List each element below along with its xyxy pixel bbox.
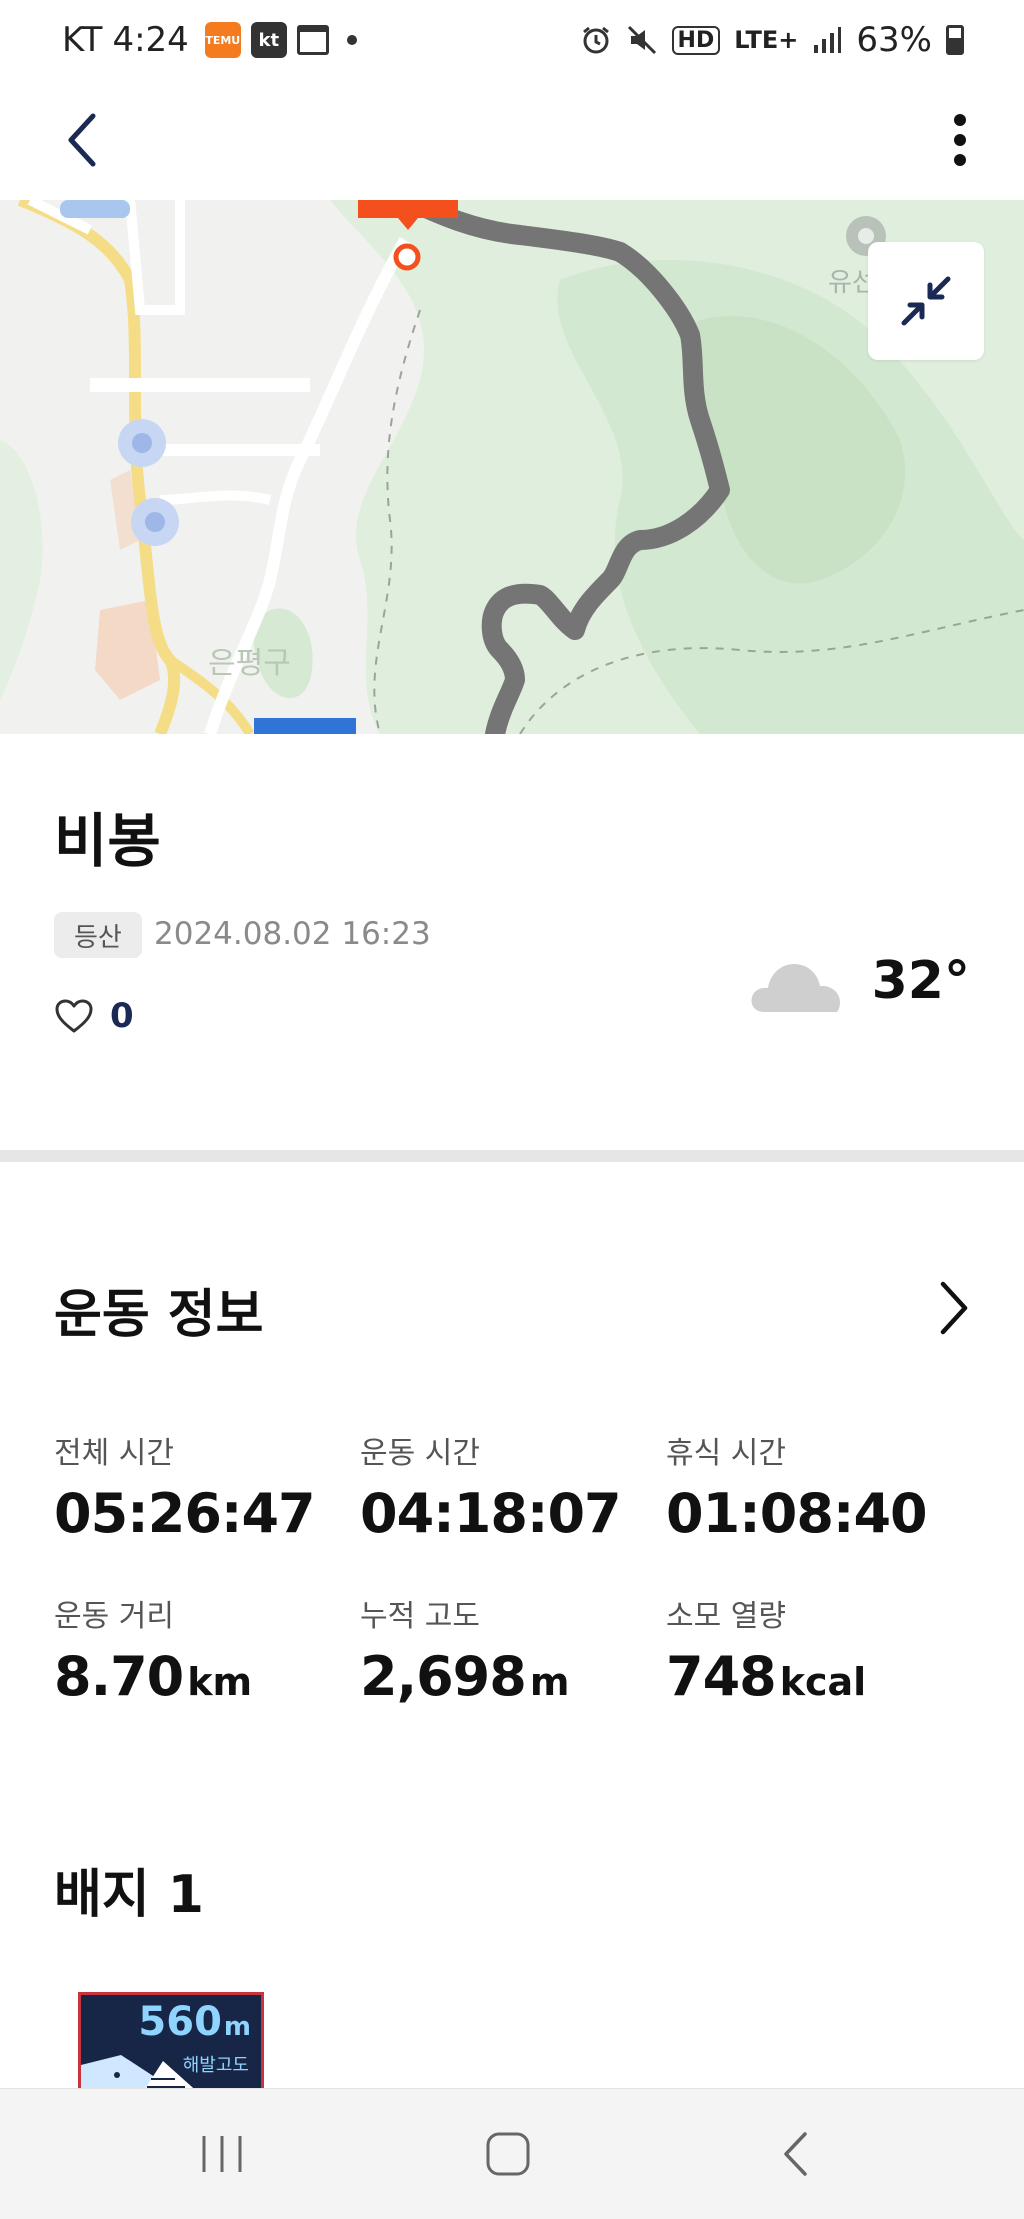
stat-value: 04:18:07 bbox=[360, 1482, 666, 1545]
more-notifications-dot-icon bbox=[346, 35, 357, 45]
section-divider bbox=[0, 1150, 1024, 1162]
recent-apps-button[interactable] bbox=[162, 2119, 282, 2189]
badge-number: 560 bbox=[138, 1999, 222, 2045]
stat-number: 748 bbox=[666, 1645, 777, 1708]
recent-apps-icon bbox=[202, 2136, 242, 2172]
temu-notification-icon: TEMU bbox=[204, 22, 241, 58]
carrier-label: KT bbox=[62, 20, 103, 60]
badges-title: 배지 1 bbox=[54, 1865, 204, 1925]
stat-label: 전체 시간 bbox=[54, 1436, 174, 1471]
exercise-stats-grid: 전체 시간 05:26:47 운동 시간 04:18:07 휴식 시간 01:0… bbox=[54, 1428, 974, 1708]
more-vertical-icon bbox=[954, 114, 966, 166]
badge-value: 560m bbox=[138, 1999, 251, 2045]
stat-number: 2,698 bbox=[360, 1645, 527, 1708]
altitude-badge[interactable]: 560m 해발고도 bbox=[78, 1992, 264, 2092]
like-button[interactable]: 0 bbox=[54, 996, 134, 1036]
stat-unit: kcal bbox=[779, 1660, 867, 1704]
stat-moving-time: 운동 시간 04:18:07 bbox=[360, 1428, 666, 1545]
stat-label: 휴식 시간 bbox=[666, 1436, 786, 1471]
stat-label: 누적 고도 bbox=[360, 1599, 480, 1634]
mute-icon bbox=[627, 25, 656, 55]
system-back-button[interactable] bbox=[736, 2119, 856, 2189]
route-map[interactable]: 은평구 유선 bbox=[0, 200, 1024, 734]
status-left: KT 4:24 TEMU kt bbox=[62, 20, 357, 60]
hd-voice-icon: HD bbox=[671, 25, 721, 55]
app-header bbox=[0, 80, 1024, 200]
battery-icon bbox=[946, 25, 964, 55]
activity-datetime: 2024.08.02 16:23 bbox=[154, 916, 431, 952]
temperature: 32° bbox=[871, 951, 970, 1011]
stat-value: 748 kcal bbox=[666, 1645, 972, 1708]
stat-label: 소모 열량 bbox=[666, 1599, 786, 1634]
heart-icon bbox=[55, 999, 93, 1033]
status-bar: KT 4:24 TEMU kt HD LTE+ 63% bbox=[0, 0, 1024, 80]
home-icon bbox=[486, 2132, 530, 2176]
back-arrow-icon bbox=[784, 2132, 807, 2176]
stat-distance: 운동 거리 8.70 km bbox=[54, 1591, 360, 1708]
stat-number: 05:26:47 bbox=[54, 1482, 316, 1545]
activity-title: 비봉 bbox=[54, 807, 161, 875]
badge-unit: m bbox=[223, 2012, 251, 2042]
network-type: LTE+ bbox=[734, 26, 799, 54]
badge-subtitle: 해발고도 bbox=[182, 2055, 249, 2076]
more-options-button[interactable] bbox=[930, 108, 990, 172]
system-nav-bar bbox=[0, 2088, 1024, 2219]
kt-notification-icon: kt bbox=[250, 22, 287, 58]
stat-number: 01:08:40 bbox=[666, 1482, 928, 1545]
status-right: HD LTE+ 63% bbox=[580, 20, 964, 60]
stat-value: 01:08:40 bbox=[666, 1482, 972, 1545]
home-button[interactable] bbox=[448, 2119, 568, 2189]
calendar-notification-icon bbox=[296, 25, 329, 55]
map-expand-button[interactable] bbox=[868, 242, 984, 360]
stat-unit: m bbox=[529, 1660, 570, 1704]
stat-value: 2,698 m bbox=[360, 1645, 666, 1708]
clock: 4:24 bbox=[112, 20, 189, 60]
stat-unit: km bbox=[187, 1660, 253, 1704]
stat-elevation-gain: 누적 고도 2,698 m bbox=[360, 1591, 666, 1708]
exercise-info-title: 운동 정보 bbox=[54, 1285, 264, 1345]
stat-value: 05:26:47 bbox=[54, 1482, 360, 1545]
like-count: 0 bbox=[110, 996, 134, 1036]
stat-total-time: 전체 시간 05:26:47 bbox=[54, 1428, 360, 1545]
stat-calories: 소모 열량 748 kcal bbox=[666, 1591, 972, 1708]
chevron-right-icon bbox=[940, 1281, 968, 1335]
stat-number: 8.70 bbox=[54, 1645, 184, 1708]
back-button[interactable] bbox=[52, 108, 112, 172]
exercise-info-detail-button[interactable] bbox=[924, 1270, 984, 1346]
collapse-arrows-icon bbox=[901, 276, 951, 326]
signal-icon bbox=[814, 27, 842, 53]
activity-type-tag: 등산 bbox=[54, 912, 142, 958]
stat-label: 운동 거리 bbox=[54, 1599, 174, 1634]
alarm-icon bbox=[582, 26, 609, 54]
chevron-left-icon bbox=[68, 113, 96, 167]
map-district-label: 은평구 bbox=[208, 646, 291, 681]
stat-label: 운동 시간 bbox=[360, 1436, 480, 1471]
stat-number: 04:18:07 bbox=[360, 1482, 622, 1545]
stat-rest-time: 휴식 시간 01:08:40 bbox=[666, 1428, 972, 1545]
cloud-icon bbox=[751, 964, 840, 1012]
battery-percent: 63% bbox=[856, 20, 932, 60]
stat-value: 8.70 km bbox=[54, 1645, 360, 1708]
weather-info: 32° bbox=[750, 950, 970, 1012]
activity-summary: 비봉 등산 2024.08.02 16:23 0 32° bbox=[0, 734, 1024, 1150]
